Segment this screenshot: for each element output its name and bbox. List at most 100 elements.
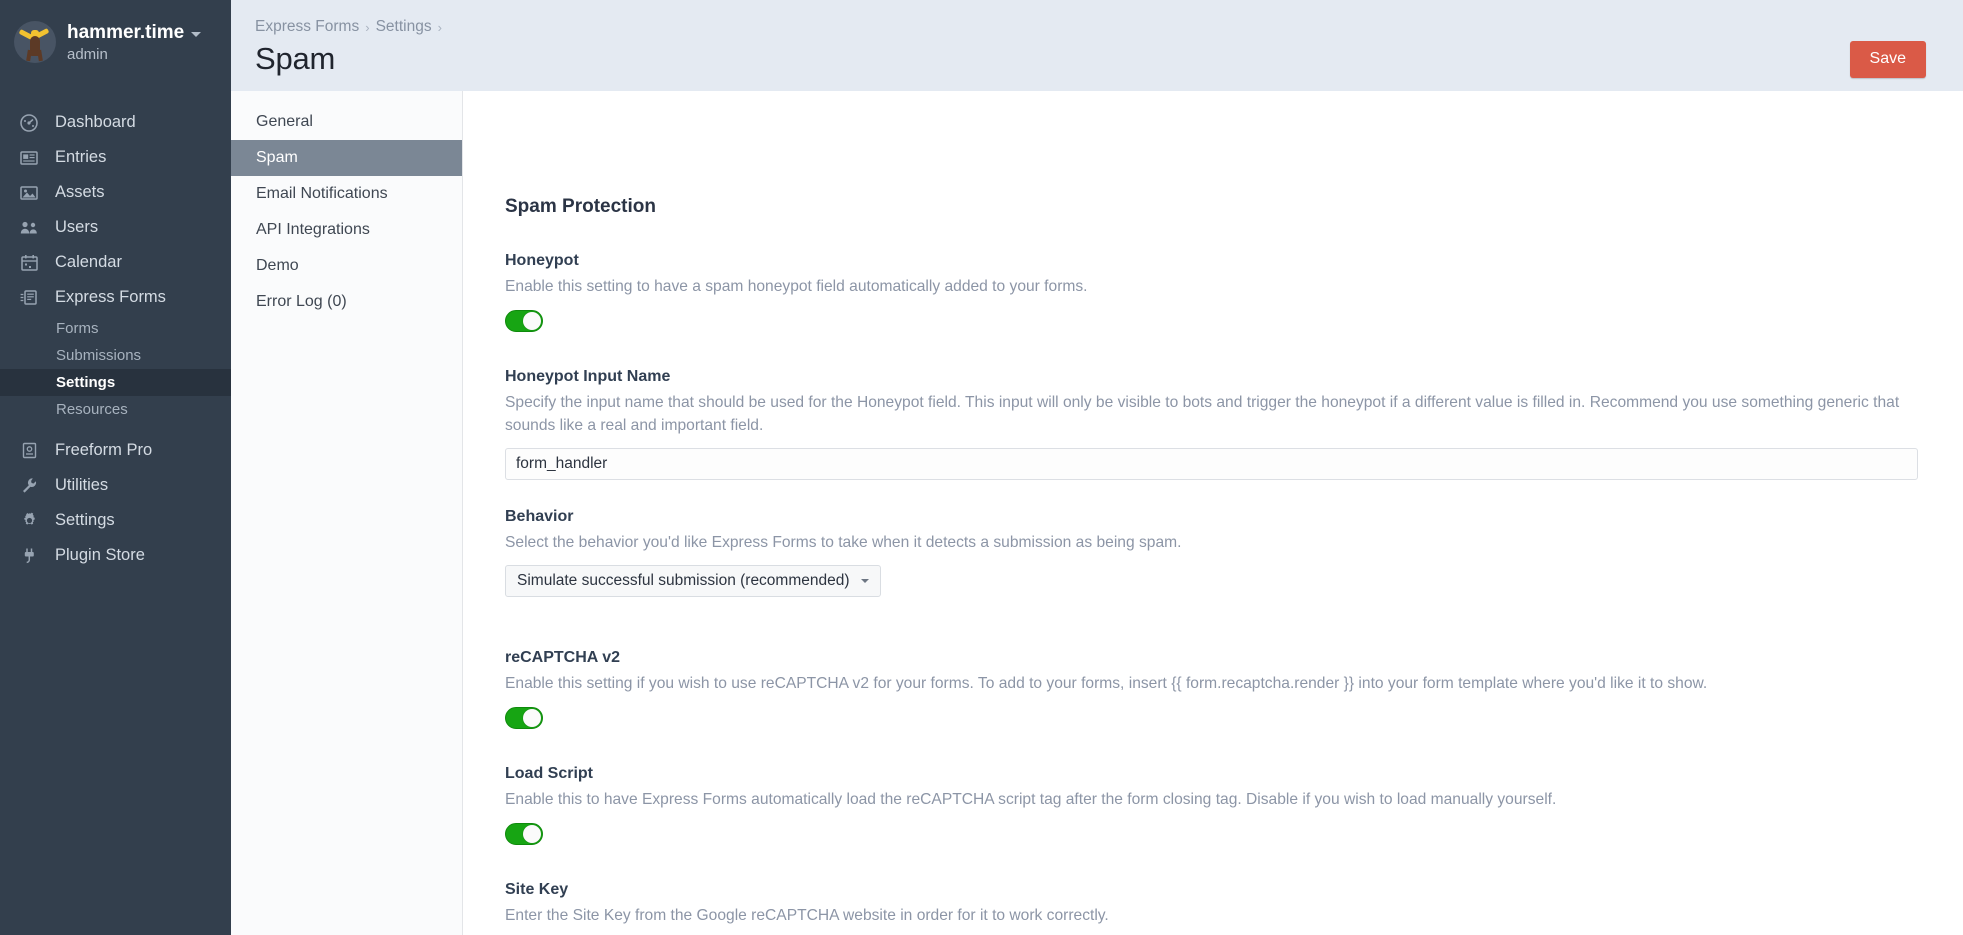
- account-name: hammer.time: [67, 21, 202, 44]
- settings-subnav: General Spam Email Notifications API Int…: [231, 91, 463, 935]
- breadcrumb: Express Forms › Settings ›: [255, 18, 442, 36]
- field-label: Site Key: [505, 880, 569, 898]
- account-name-label: hammer.time: [67, 21, 185, 43]
- entries-newspaper-icon: [19, 148, 39, 168]
- sidebar-item-label: Utilities: [55, 476, 109, 494]
- field-description: Select the behavior you'd like Express F…: [505, 533, 1182, 551]
- gear-icon: [19, 511, 39, 531]
- field-label: Behavior: [505, 507, 574, 525]
- dashboard-gauge-icon: [19, 113, 39, 133]
- sidebar-item-express-forms[interactable]: Express Forms: [0, 280, 231, 315]
- field-behavior: Behavior Select the behavior you'd like …: [505, 508, 1918, 597]
- settings-subnav-label: API Integrations: [256, 221, 370, 238]
- settings-subnav-label: Demo: [256, 257, 299, 274]
- sidebar-item-label: Freeform Pro: [55, 441, 153, 459]
- breadcrumb-item-express-forms[interactable]: Express Forms: [255, 18, 359, 36]
- settings-subnav-label: Email Notifications: [256, 185, 388, 202]
- honeypot-input-name-input[interactable]: [505, 447, 1918, 480]
- breadcrumb-separator-icon: ›: [437, 19, 442, 35]
- field-description: Specify the input name that should be us…: [505, 393, 1900, 434]
- field-load-script: Load Script Enable this to have Express …: [505, 765, 1918, 845]
- account-role: admin: [67, 45, 108, 63]
- settings-subnav-item-general[interactable]: General: [231, 104, 462, 140]
- wrench-icon: [19, 476, 39, 496]
- freeform-pro-icon: [19, 441, 39, 461]
- sidebar-subitem-label: Settings: [56, 374, 116, 391]
- sidebar-item-calendar[interactable]: Calendar: [0, 245, 231, 280]
- sidebar-item-settings[interactable]: Settings: [0, 503, 231, 538]
- settings-content: Spam Protection Honeypot Enable this set…: [463, 91, 1963, 935]
- sidebar-item-label: Plugin Store: [55, 546, 145, 564]
- settings-subnav-item-demo[interactable]: Demo: [231, 248, 462, 284]
- settings-subnav-item-spam[interactable]: Spam: [231, 140, 462, 176]
- sidebar-item-freeform-pro[interactable]: Freeform Pro: [0, 433, 231, 468]
- field-label: reCAPTCHA v2: [505, 648, 620, 666]
- app-root: hammer.time admin Dashboard Entries Asse…: [0, 0, 1963, 935]
- topbar-left: Express Forms › Settings › Spam: [255, 14, 442, 77]
- sidebar-item-plugin-store[interactable]: Plugin Store: [0, 538, 231, 573]
- body-row: General Spam Email Notifications API Int…: [231, 91, 1963, 935]
- global-sidebar: hammer.time admin Dashboard Entries Asse…: [0, 0, 231, 935]
- toggle-knob: [523, 824, 541, 843]
- chevron-down-icon[interactable]: [191, 32, 202, 37]
- sidebar-item-label: Entries: [55, 148, 107, 166]
- behavior-select-value: Simulate successful submission (recommen…: [517, 571, 850, 589]
- field-description: Enable this setting if you wish to use r…: [505, 674, 1708, 692]
- field-honeypot: Honeypot Enable this setting to have a s…: [505, 252, 1918, 332]
- settings-subnav-item-api-integrations[interactable]: API Integrations: [231, 212, 462, 248]
- sidebar-item-label: Users: [55, 218, 99, 236]
- settings-subnav-label: General: [256, 113, 313, 130]
- settings-subnav-label: Error Log (0): [256, 293, 347, 310]
- field-honeypot-input-name: Honeypot Input Name Specify the input na…: [505, 368, 1918, 480]
- sidebar-item-dashboard[interactable]: Dashboard: [0, 105, 231, 140]
- settings-subnav-label: Spam: [256, 149, 298, 166]
- main-region: Express Forms › Settings › Spam Save Gen…: [231, 0, 1963, 935]
- calendar-icon: [19, 253, 39, 273]
- toggle-knob: [523, 311, 541, 330]
- express-forms-icon: [19, 288, 39, 308]
- field-label: Honeypot: [505, 252, 579, 269]
- breadcrumb-separator-icon: ›: [365, 19, 370, 35]
- users-group-icon: [19, 218, 39, 238]
- sidebar-item-label: Settings: [55, 511, 115, 529]
- user-avatar-figure-icon: [14, 21, 56, 63]
- chevron-down-icon: [860, 578, 869, 583]
- honeypot-toggle[interactable]: [505, 309, 543, 332]
- sidebar-subitem-resources[interactable]: Resources: [0, 396, 231, 423]
- settings-subnav-item-error-log[interactable]: Error Log (0): [231, 284, 462, 320]
- plug-icon: [19, 546, 39, 566]
- field-description: Enable this setting to have a spam honey…: [505, 278, 1088, 295]
- breadcrumb-item-settings[interactable]: Settings: [376, 18, 432, 36]
- sidebar-subitem-label: Forms: [56, 320, 99, 337]
- field-site-key: Site Key Enter the Site Key from the Goo…: [505, 881, 1918, 935]
- field-label: Honeypot Input Name: [505, 367, 671, 385]
- sidebar-subitem-label: Resources: [56, 401, 128, 418]
- recaptcha-toggle[interactable]: [505, 706, 543, 729]
- toggle-knob: [523, 708, 541, 727]
- sidebar-item-label: Express Forms: [55, 288, 166, 306]
- sidebar-item-label: Dashboard: [55, 113, 136, 131]
- account-switcher[interactable]: hammer.time admin: [0, 0, 231, 63]
- topbar: Express Forms › Settings › Spam Save: [231, 0, 1963, 91]
- sidebar-subitem-forms[interactable]: Forms: [0, 315, 231, 342]
- page-title: Spam: [255, 41, 336, 76]
- sidebar-item-users[interactable]: Users: [0, 210, 231, 245]
- assets-image-icon: [19, 183, 39, 203]
- settings-subnav-item-email-notifications[interactable]: Email Notifications: [231, 176, 462, 212]
- sidebar-subitem-label: Submissions: [56, 347, 142, 364]
- field-description: Enter the Site Key from the Google reCAP…: [505, 906, 1109, 924]
- field-description: Enable this to have Express Forms automa…: [505, 790, 1557, 808]
- sidebar-nav: Dashboard Entries Assets Users Calendar …: [0, 105, 231, 573]
- load-script-toggle[interactable]: [505, 822, 543, 845]
- field-label: Load Script: [505, 764, 594, 782]
- behavior-select[interactable]: Simulate successful submission (recommen…: [505, 564, 881, 597]
- sidebar-subitem-settings[interactable]: Settings: [0, 369, 231, 396]
- section-title: Spam Protection: [505, 196, 656, 217]
- save-button[interactable]: Save: [1849, 41, 1926, 78]
- sidebar-subitem-submissions[interactable]: Submissions: [0, 342, 231, 369]
- sidebar-item-entries[interactable]: Entries: [0, 140, 231, 175]
- sidebar-item-assets[interactable]: Assets: [0, 175, 231, 210]
- sidebar-item-utilities[interactable]: Utilities: [0, 468, 231, 503]
- sidebar-item-label: Assets: [55, 183, 105, 201]
- account-text: hammer.time admin: [67, 21, 202, 63]
